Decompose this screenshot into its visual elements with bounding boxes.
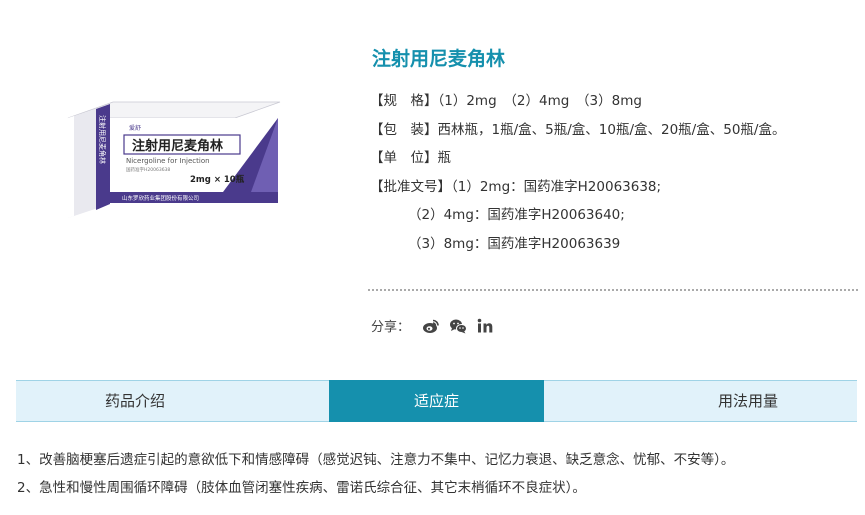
- box-latin-name: Nicergoline for Injection: [126, 157, 210, 165]
- product-box-image: 爱舒 注射用尼麦角林 Nicergoline for Injection 国药准…: [58, 100, 283, 220]
- spec-row-packaging: 【包 装】西林瓶，1瓶/盒、5瓶/盒、10瓶/盒、20瓶/盒、50瓶/盒。: [370, 121, 786, 138]
- box-brand: 爱舒: [129, 124, 141, 132]
- wechat-icon[interactable]: [449, 317, 468, 335]
- linkedin-icon[interactable]: [476, 317, 494, 335]
- box-side-name: 注射用尼麦角林: [98, 115, 107, 164]
- spec-row-approval-8mg: （3）8mg：国药准字H20063639: [408, 235, 621, 252]
- share-bar: 分享：: [371, 316, 503, 335]
- box-spec: 2mg × 10瓶: [190, 174, 245, 185]
- weibo-icon[interactable]: [422, 317, 440, 335]
- box-manufacturer: 山东罗欣药业集团股份有限公司: [122, 194, 199, 202]
- tab-bar: 药品介绍 适应症 用法用量: [16, 380, 857, 422]
- product-box-illustration: 爱舒 注射用尼麦角林 Nicergoline for Injection 国药准…: [67, 101, 281, 218]
- product-spec-list: 【规 格】（1）2mg （2）4mg （3）8mg 【包 装】西林瓶，1瓶/盒、…: [370, 87, 785, 258]
- spec-row-approval-4mg: （2）4mg：国药准字H20063640;: [408, 207, 625, 223]
- indication-item-2: 2、急性和慢性周围循环障碍（肢体血管闭塞性疾病、雷诺氏综合征、其它末梢循环不良症…: [17, 480, 586, 496]
- spec-row-specification: 【规 格】（1）2mg （2）4mg （3）8mg: [370, 93, 642, 109]
- indication-item-1: 1、改善脑梗塞后遗症引起的意欲低下和情感障碍（感觉迟钝、注意力不集中、记忆力衰退…: [17, 452, 735, 468]
- share-label: 分享：: [371, 320, 411, 335]
- tab-dosage[interactable]: 用法用量: [544, 380, 857, 422]
- box-product-name: 注射用尼麦角林: [132, 138, 223, 154]
- product-title: 注射用尼麦角林: [372, 48, 506, 70]
- spec-row-approval: 【批准文号】（1）2mg：国药准字H20063638;: [370, 178, 662, 195]
- indications-content: 1、改善脑梗塞后遗症引起的意欲低下和情感障碍（感觉迟钝、注意力不集中、记忆力衰退…: [17, 446, 734, 502]
- spec-row-unit: 【单 位】瓶: [370, 150, 451, 166]
- box-approval: 国药准字H20063638: [126, 166, 170, 173]
- tab-drug-introduction[interactable]: 药品介绍: [16, 380, 329, 422]
- tab-indications[interactable]: 适应症: [329, 380, 544, 422]
- section-divider: [368, 289, 858, 291]
